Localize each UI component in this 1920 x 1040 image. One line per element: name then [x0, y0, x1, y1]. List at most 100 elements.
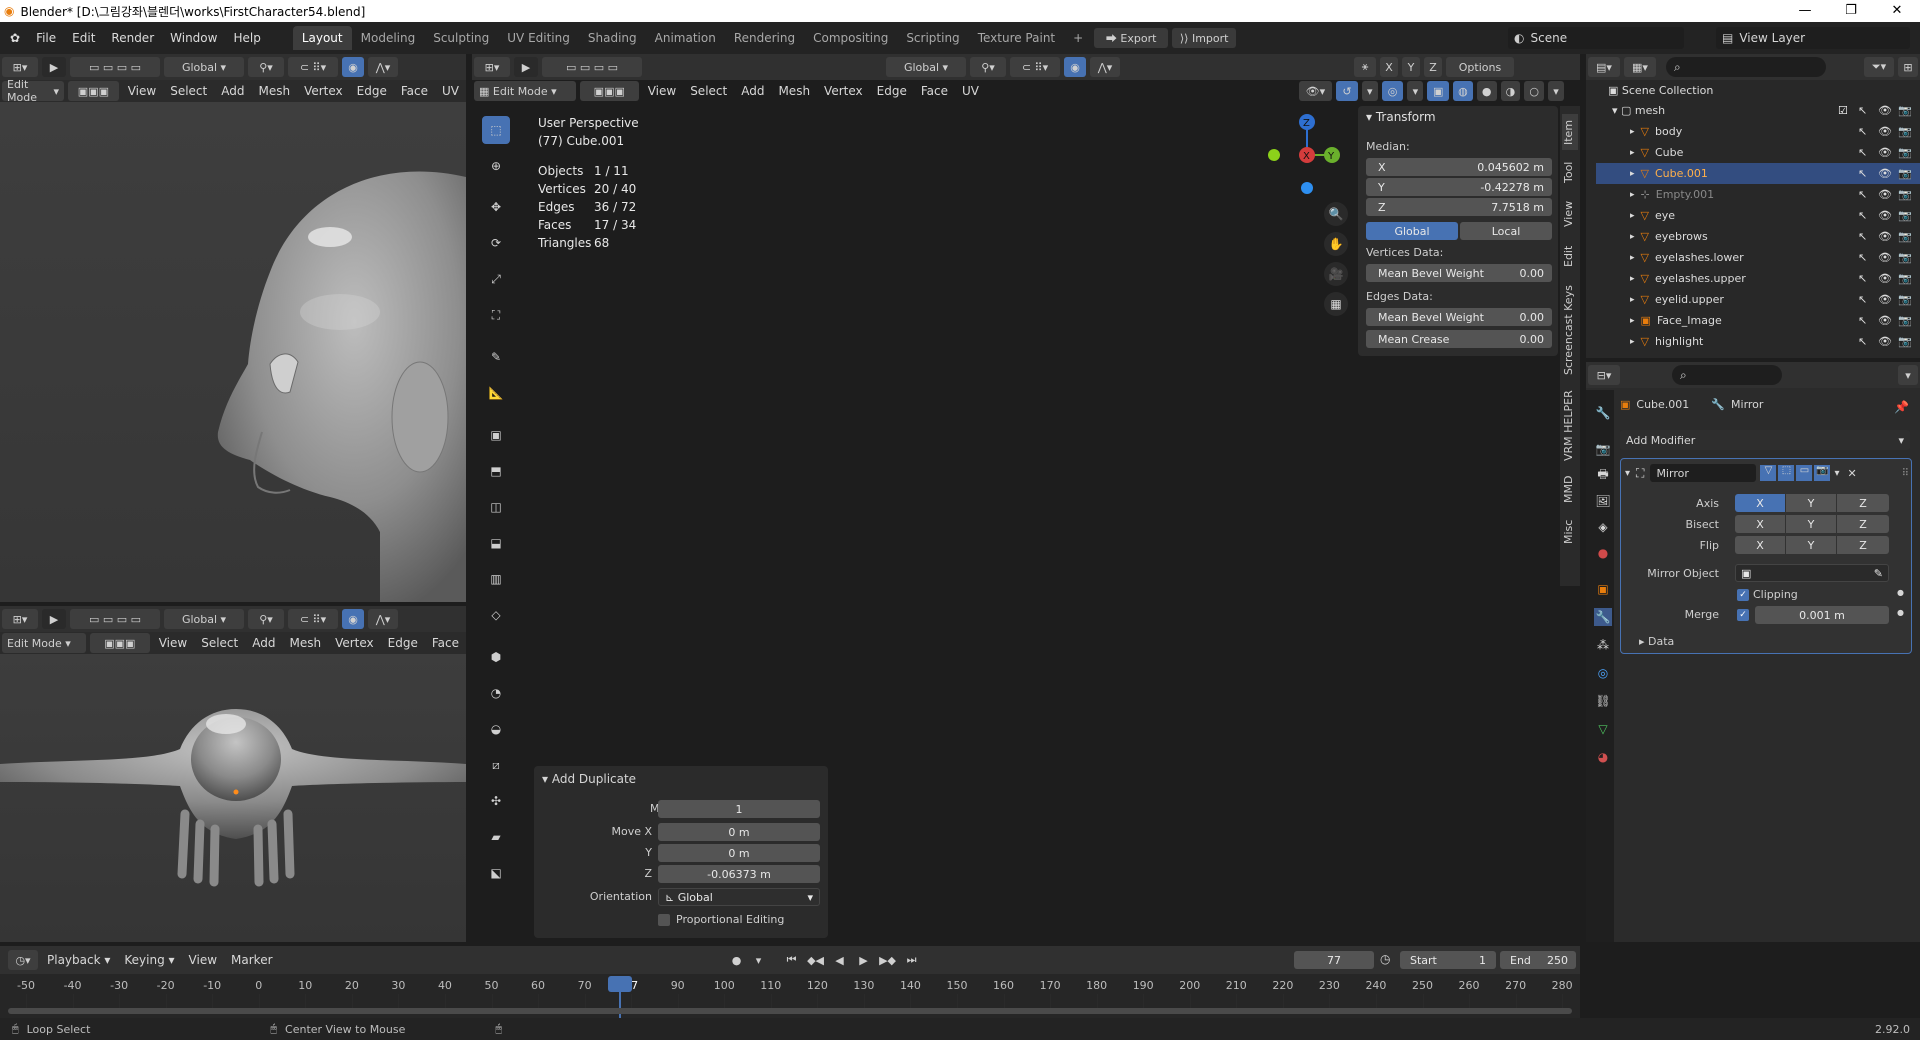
playback-menu[interactable]: Playback ▾: [40, 953, 117, 967]
current-frame-field[interactable]: 77: [1294, 951, 1374, 969]
local-toggle[interactable]: Local: [1460, 222, 1552, 240]
bisect-z-toggle[interactable]: Z: [1837, 515, 1889, 533]
clipping-keyframe-icon[interactable]: ●: [1897, 588, 1904, 597]
add-cube-tool[interactable]: ▣: [482, 421, 510, 449]
mode-dropdown[interactable]: Edit Mode ▾: [2, 633, 86, 653]
menu-mesh[interactable]: Mesh: [251, 84, 297, 98]
pin-icon[interactable]: 📌: [1894, 400, 1909, 414]
shading-dropdown-icon[interactable]: ▾: [1548, 81, 1564, 101]
expand-arrow-icon[interactable]: ▸: [1630, 211, 1635, 221]
minimize-icon[interactable]: —: [1782, 0, 1828, 22]
selection-mode-icon[interactable]: ▭ ▭ ▭ ▭: [70, 609, 160, 629]
merge-keyframe-icon[interactable]: ●: [1897, 608, 1904, 617]
menu-select[interactable]: Select: [163, 84, 214, 98]
expand-arrow-icon[interactable]: ▸: [1630, 232, 1635, 242]
remove-modifier-icon[interactable]: ✕: [1847, 467, 1856, 480]
median-x-field[interactable]: X 0.045602 m: [1366, 158, 1552, 176]
snap-icon[interactable]: ⊂ ⠿▾: [288, 57, 338, 77]
mean-crease-field[interactable]: Mean Crease 0.00: [1366, 330, 1552, 348]
move-y-field[interactable]: 0 m: [658, 844, 820, 862]
zoom-icon[interactable]: 🔍: [1324, 202, 1348, 226]
tab-screencast-keys[interactable]: Screencast Keys: [1562, 280, 1578, 380]
flip-y-toggle[interactable]: Y: [1786, 536, 1836, 554]
menu-add[interactable]: Add: [734, 84, 771, 98]
select-mode-buttons[interactable]: ▣▣▣: [579, 81, 639, 101]
pivot-icon[interactable]: ⚲▾: [248, 57, 284, 77]
editor-type-icon[interactable]: ⊟▾: [1588, 365, 1620, 385]
solid-shading-icon[interactable]: ●: [1476, 81, 1497, 101]
menu-add[interactable]: Add: [214, 84, 251, 98]
camera-icon[interactable]: 🎥: [1324, 262, 1348, 286]
options-dropdown[interactable]: Options: [1446, 57, 1514, 77]
select-icon[interactable]: ↖: [1858, 230, 1867, 243]
jump-start-icon[interactable]: ⏮: [782, 950, 802, 970]
visibility-icon[interactable]: 👁▾: [1298, 81, 1333, 101]
maximize-icon[interactable]: ❐: [1828, 0, 1874, 22]
snap-icon[interactable]: ⊂ ⠿▾: [1010, 57, 1060, 77]
selection-mode-icon[interactable]: ▭ ▭ ▭ ▭: [542, 57, 642, 77]
new-collection-icon[interactable]: ⊞: [1898, 57, 1918, 77]
edge-slide-tool[interactable]: ⧄: [482, 751, 510, 779]
viewport-toggle-icon[interactable]: ▭: [1796, 465, 1813, 481]
axis-x-toggle[interactable]: X: [1735, 494, 1785, 512]
menu-view[interactable]: View: [121, 84, 163, 98]
expand-arrow-icon[interactable]: ▸: [1630, 127, 1635, 137]
merge-checkbox[interactable]: ✓: [1737, 609, 1749, 621]
start-frame-field[interactable]: Start 1: [1400, 951, 1496, 969]
scene-selector[interactable]: ◐ Scene: [1508, 27, 1684, 49]
filter-icon[interactable]: ⏷▾: [1864, 57, 1894, 77]
outliner-search-field[interactable]: ⌕: [1666, 57, 1826, 77]
tab-sculpting[interactable]: Sculpting: [424, 26, 498, 50]
menu-uv[interactable]: UV: [435, 84, 466, 98]
wireframe-shading-icon[interactable]: ◍: [1453, 81, 1473, 101]
particles-props-icon[interactable]: ⁂: [1594, 636, 1612, 654]
visibility-icon[interactable]: 👁: [1878, 251, 1892, 264]
visibility-icon[interactable]: 👁: [1878, 293, 1892, 306]
transform-orientation-dropdown[interactable]: Global ▾: [164, 57, 244, 77]
timeline-scrollbar[interactable]: [8, 1008, 1572, 1014]
spin-tool[interactable]: ◔: [482, 679, 510, 707]
add-workspace-button[interactable]: +: [1064, 26, 1092, 50]
proportional-edit-icon[interactable]: ◉: [342, 609, 364, 629]
modifier-menu-chevron-icon[interactable]: ▾: [1834, 468, 1839, 479]
menu-mesh[interactable]: Mesh: [282, 636, 328, 650]
outliner-item[interactable]: ▸ ▽ eyelid.upper ↖ 👁 📷: [1596, 289, 1920, 310]
mirror-axis-icon[interactable]: ⚹: [1354, 57, 1376, 77]
visibility-icon[interactable]: 👁: [1878, 272, 1892, 285]
mirror-x-button[interactable]: X: [1380, 57, 1398, 77]
view-layer-props-icon[interactable]: 🖼: [1594, 492, 1612, 510]
world-props-icon[interactable]: ●: [1594, 544, 1612, 562]
keying-menu[interactable]: Keying ▾: [117, 953, 181, 967]
constraints-props-icon[interactable]: ⛓: [1594, 692, 1612, 710]
select-icon[interactable]: ↖: [1858, 167, 1867, 180]
select-tool-icon[interactable]: ▶: [42, 57, 66, 77]
proportional-edit-icon[interactable]: ◉: [1064, 57, 1086, 77]
outliner-item[interactable]: ▸ ▽ Cube ↖ 👁 📷: [1596, 142, 1920, 163]
menu-vertex[interactable]: Vertex: [817, 84, 870, 98]
median-y-field[interactable]: Y -0.42278 m: [1366, 178, 1552, 196]
expand-arrow-icon[interactable]: ▸: [1630, 295, 1635, 305]
object-props-icon[interactable]: ▣: [1594, 580, 1612, 598]
select-icon[interactable]: ↖: [1858, 209, 1867, 222]
visibility-icon[interactable]: 👁: [1878, 314, 1892, 327]
menu-help[interactable]: Help: [225, 31, 268, 45]
orientation-dropdown[interactable]: ⊾ Global ▾: [658, 888, 820, 906]
tab-compositing[interactable]: Compositing: [804, 26, 897, 50]
visibility-icon[interactable]: 👁: [1878, 230, 1892, 243]
visibility-icon[interactable]: 👁: [1878, 104, 1892, 117]
mirror-z-button[interactable]: Z: [1424, 57, 1442, 77]
visibility-icon[interactable]: 👁: [1878, 209, 1892, 222]
add-duplicate-header[interactable]: ▾ Add Duplicate: [542, 772, 636, 786]
overlay-icon[interactable]: ◎: [1381, 81, 1404, 101]
tab-texture-paint[interactable]: Texture Paint: [969, 26, 1064, 50]
export-button[interactable]: ⮕ Export: [1094, 28, 1169, 48]
prev-keyframe-icon[interactable]: ◆◀: [806, 950, 826, 970]
knife-tool[interactable]: ◇: [482, 601, 510, 629]
annotate-tool[interactable]: ✎: [482, 343, 510, 371]
preview-range-icon[interactable]: ◷: [1380, 952, 1390, 966]
tab-edit[interactable]: Edit: [1562, 240, 1578, 272]
falloff-icon[interactable]: ⋀▾: [368, 57, 398, 77]
timeline-editor-icon[interactable]: ◷▾: [8, 950, 38, 970]
scale-tool[interactable]: ⤢: [482, 265, 510, 293]
add-modifier-dropdown[interactable]: Add Modifier ▾: [1620, 430, 1910, 450]
